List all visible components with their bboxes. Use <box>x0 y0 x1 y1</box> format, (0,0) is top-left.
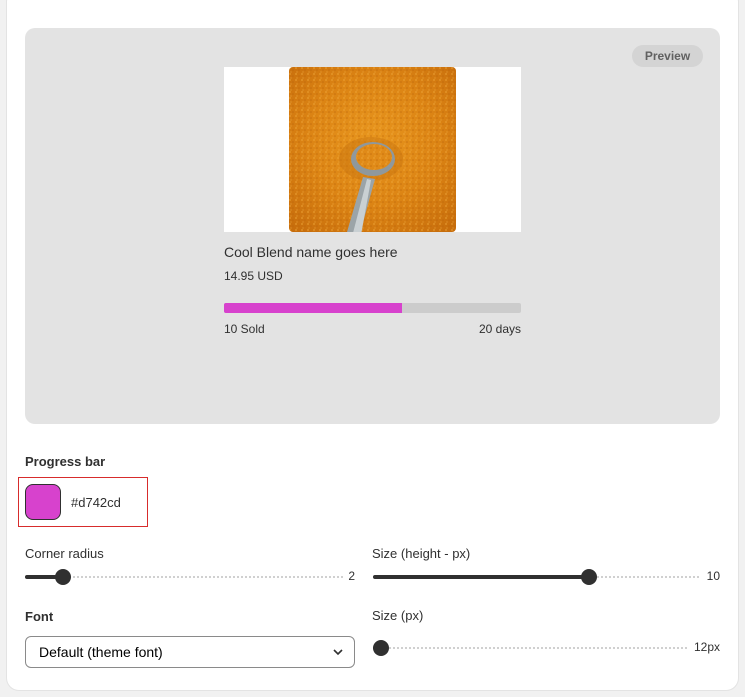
product-image <box>289 67 456 232</box>
slider-thumb[interactable] <box>55 569 72 585</box>
progress-color-picker[interactable]: #d742cd <box>18 477 148 527</box>
font-label: Font <box>25 609 54 624</box>
product-image-frame <box>224 67 521 232</box>
bar-height-slider[interactable] <box>373 569 701 585</box>
font-size-slider[interactable] <box>373 640 687 656</box>
sold-count: 10 Sold <box>224 322 265 336</box>
color-hex-value[interactable]: #d742cd <box>71 495 121 510</box>
chevron-down-icon <box>333 649 343 656</box>
days-remaining: 20 days <box>478 322 521 336</box>
corner-radius-value: 2 <box>348 569 355 583</box>
bar-height-label: Size (height - px) <box>372 546 471 561</box>
color-swatch[interactable] <box>25 484 61 520</box>
product-price: 14.95 USD <box>224 269 283 283</box>
turmeric-powder-spoon-image <box>289 67 456 232</box>
slider-track <box>25 576 343 578</box>
bar-height-value: 10 <box>706 569 720 583</box>
corner-radius-slider[interactable] <box>25 569 343 585</box>
product-progress-bar <box>224 303 521 313</box>
slider-thumb[interactable] <box>373 640 389 656</box>
corner-radius-label: Corner radius <box>25 546 104 561</box>
progress-bar-section-title: Progress bar <box>25 454 106 469</box>
slider-thumb[interactable] <box>581 569 597 585</box>
slider-fill <box>373 575 589 579</box>
font-select[interactable]: Default (theme font) <box>25 636 355 668</box>
product-name: Cool Blend name goes here <box>224 244 398 260</box>
slider-track <box>373 647 687 649</box>
font-size-value: 12px <box>693 640 720 654</box>
font-size-label: Size (px) <box>372 608 424 623</box>
product-progress-fill <box>224 303 403 313</box>
font-select-value: Default (theme font) <box>39 644 163 660</box>
preview-badge: Preview <box>632 45 703 67</box>
